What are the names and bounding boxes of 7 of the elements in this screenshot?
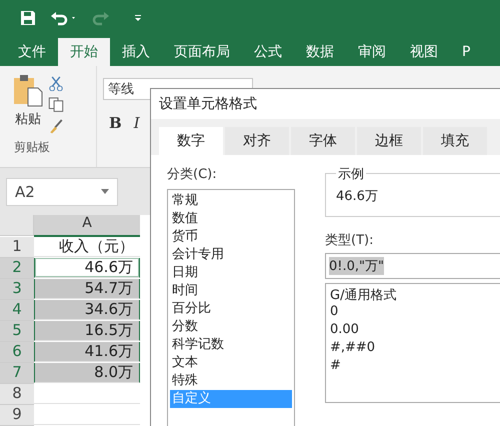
sample-label: 示例 — [336, 165, 366, 183]
category-label: 分类(C): — [167, 166, 218, 183]
group-label: 剪贴板 — [13, 139, 51, 156]
type-value: 0!.0,"万" — [329, 257, 384, 275]
sample-value: 46.6万 — [336, 188, 379, 205]
dialog-title: 设置单元格格式 — [151, 89, 500, 119]
type-label: 类型(T): — [325, 232, 374, 249]
